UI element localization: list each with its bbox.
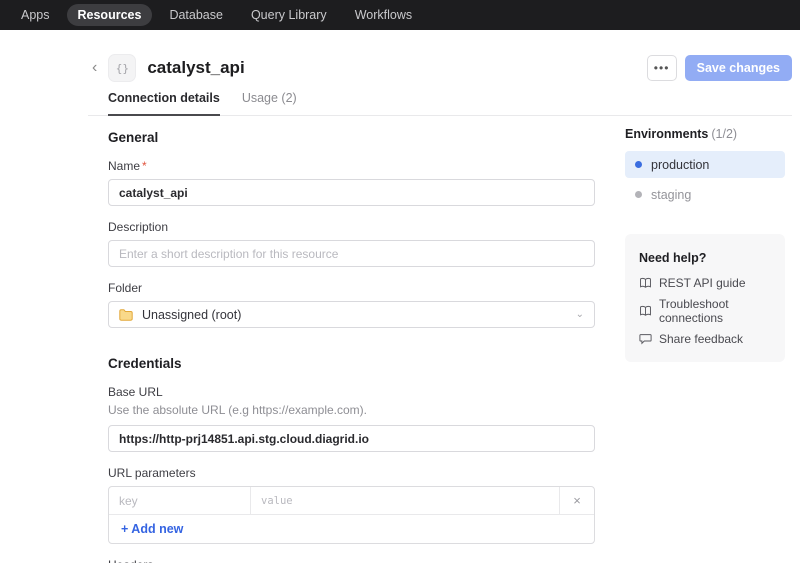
base-url-label: Base URL xyxy=(108,385,595,399)
tab-usage[interactable]: Usage (2) xyxy=(242,91,297,115)
right-sidebar: Environments(1/2) production staging Nee… xyxy=(625,127,785,362)
more-options-button[interactable]: ••• xyxy=(647,55,677,81)
folder-label: Folder xyxy=(108,281,595,295)
environment-label: staging xyxy=(651,188,691,202)
nav-item-resources[interactable]: Resources xyxy=(67,4,153,26)
help-link-troubleshoot-connections[interactable]: Troubleshoot connections xyxy=(639,297,771,325)
chat-icon xyxy=(639,333,652,345)
required-asterisk: * xyxy=(142,159,147,173)
nav-item-query-library[interactable]: Query Library xyxy=(240,4,338,26)
help-link-label: Share feedback xyxy=(659,332,743,346)
credentials-section-heading: Credentials xyxy=(108,356,595,371)
name-label-text: Name xyxy=(108,159,140,173)
headers-label: Headers xyxy=(108,558,595,563)
tab-connection-details[interactable]: Connection details xyxy=(108,91,220,116)
save-changes-button[interactable]: Save changes xyxy=(685,55,792,81)
general-section-heading: General xyxy=(108,130,595,145)
url-parameters-editor: × + Add new xyxy=(108,486,595,544)
help-link-share-feedback[interactable]: Share feedback xyxy=(639,332,771,346)
top-nav: Apps Resources Database Query Library Wo… xyxy=(0,0,800,30)
url-param-value-input[interactable] xyxy=(251,487,559,514)
environment-item-staging[interactable]: staging xyxy=(625,181,785,208)
need-help-title: Need help? xyxy=(639,251,771,265)
base-url-input[interactable] xyxy=(108,425,595,452)
url-parameter-row: × xyxy=(109,487,594,515)
environment-dot-icon xyxy=(635,161,642,168)
nav-item-database[interactable]: Database xyxy=(158,4,234,26)
tab-bar: Connection details Usage (2) xyxy=(88,91,792,116)
page-title: catalyst_api xyxy=(147,58,244,78)
add-url-param-button[interactable]: + Add new xyxy=(109,515,594,543)
base-url-helper-text: Use the absolute URL (e.g https://exampl… xyxy=(108,403,595,417)
nav-item-workflows[interactable]: Workflows xyxy=(344,4,423,26)
resource-settings-page: Apps Resources Database Query Library Wo… xyxy=(0,0,800,563)
book-icon xyxy=(639,305,652,317)
environments-heading: Environments(1/2) xyxy=(625,127,785,141)
url-parameters-label: URL parameters xyxy=(108,466,595,480)
name-label: Name* xyxy=(108,159,595,173)
folder-select[interactable]: Unassigned (root) ⌄ xyxy=(108,301,595,328)
name-input[interactable] xyxy=(108,179,595,206)
nav-item-apps[interactable]: Apps xyxy=(10,4,61,26)
description-label: Description xyxy=(108,220,595,234)
environment-item-production[interactable]: production xyxy=(625,151,785,178)
resource-type-icon: {} xyxy=(108,54,136,82)
folder-icon xyxy=(119,309,133,321)
environment-dot-icon xyxy=(635,191,642,198)
environments-title: Environments xyxy=(625,127,708,141)
description-input[interactable] xyxy=(108,240,595,267)
help-link-label: Troubleshoot connections xyxy=(659,297,771,325)
environments-count: (1/2) xyxy=(711,127,737,141)
url-param-key-input[interactable] xyxy=(109,487,250,514)
page-header: ‹ {} catalyst_api ••• Save changes xyxy=(88,51,792,85)
environment-label: production xyxy=(651,158,709,172)
need-help-panel: Need help? REST API guide Troubleshoot c… xyxy=(625,234,785,362)
help-link-label: REST API guide xyxy=(659,276,746,290)
back-button[interactable]: ‹ xyxy=(88,58,101,78)
remove-url-param-button[interactable]: × xyxy=(560,487,594,514)
book-icon xyxy=(639,277,652,289)
connection-form: General Name* Description Folder Unassig… xyxy=(108,124,595,563)
help-link-rest-api-guide[interactable]: REST API guide xyxy=(639,276,771,290)
folder-select-value: Unassigned (root) xyxy=(142,308,567,322)
chevron-down-icon: ⌄ xyxy=(576,309,584,320)
